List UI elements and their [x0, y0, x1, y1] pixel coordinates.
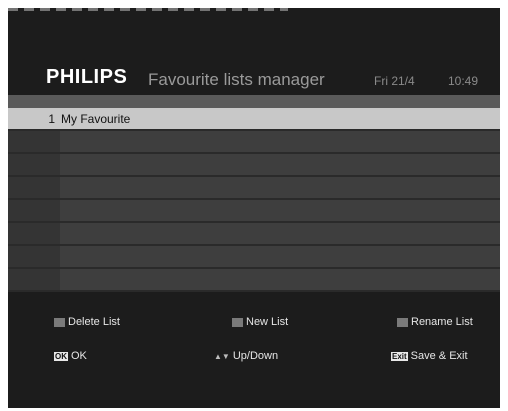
time-label: 10:49 — [448, 74, 479, 88]
ok-button[interactable]: OK OK — [54, 350, 87, 362]
list-row[interactable] — [8, 246, 500, 269]
favourite-lists: 1 My Favourite — [8, 108, 500, 292]
save-exit-button[interactable]: Exit Save & Exit — [391, 350, 468, 362]
delete-list-button[interactable]: Delete List — [54, 316, 120, 328]
key-legend: Delete List New List Rename List OK OK ▲… — [8, 308, 500, 368]
list-row[interactable] — [8, 200, 500, 223]
exit-key-icon: Exit — [391, 351, 408, 361]
page-title: Favourite lists manager — [148, 70, 325, 89]
list-row[interactable] — [8, 269, 500, 292]
gray-key-icon — [397, 317, 408, 327]
up-down-button[interactable]: ▲▼ Up/Down — [214, 350, 278, 362]
list-row-number: 1 — [8, 108, 60, 129]
list-row-number — [8, 246, 60, 267]
ok-label: OK — [71, 350, 87, 362]
rename-list-label: Rename List — [411, 316, 473, 328]
new-list-label: New List — [246, 316, 289, 328]
list-row-number — [8, 200, 60, 221]
gray-key-icon — [54, 317, 65, 327]
brand-logo: PHILIPS — [46, 66, 128, 88]
list-row[interactable] — [8, 131, 500, 154]
rename-list-button[interactable]: Rename List — [397, 316, 473, 328]
list-row-number — [8, 131, 60, 152]
list-row-number — [8, 154, 60, 175]
tv-screen: PHILIPS Favourite lists manager Fri 21/4… — [8, 8, 500, 408]
date-label: Fri 21/4 — [374, 74, 415, 88]
list-row[interactable]: 1 My Favourite — [8, 108, 500, 131]
list-row-number — [8, 269, 60, 290]
list-row[interactable] — [8, 177, 500, 200]
list-row-number — [8, 177, 60, 198]
header-divider-band — [8, 95, 500, 108]
list-row[interactable] — [8, 223, 500, 246]
gray-key-icon — [232, 317, 243, 327]
list-row[interactable] — [8, 154, 500, 177]
save-exit-label: Save & Exit — [410, 350, 468, 362]
up-down-label: Up/Down — [232, 350, 279, 362]
up-down-arrows-icon: ▲▼ — [214, 351, 230, 361]
ok-key-icon: OK — [54, 351, 68, 361]
list-row-name: My Favourite — [61, 111, 131, 126]
list-row-number — [8, 223, 60, 244]
top-dotted-line — [8, 8, 288, 11]
header: PHILIPS Favourite lists manager Fri 21/4… — [8, 66, 500, 92]
delete-list-label: Delete List — [68, 316, 120, 328]
new-list-button[interactable]: New List — [232, 316, 288, 328]
